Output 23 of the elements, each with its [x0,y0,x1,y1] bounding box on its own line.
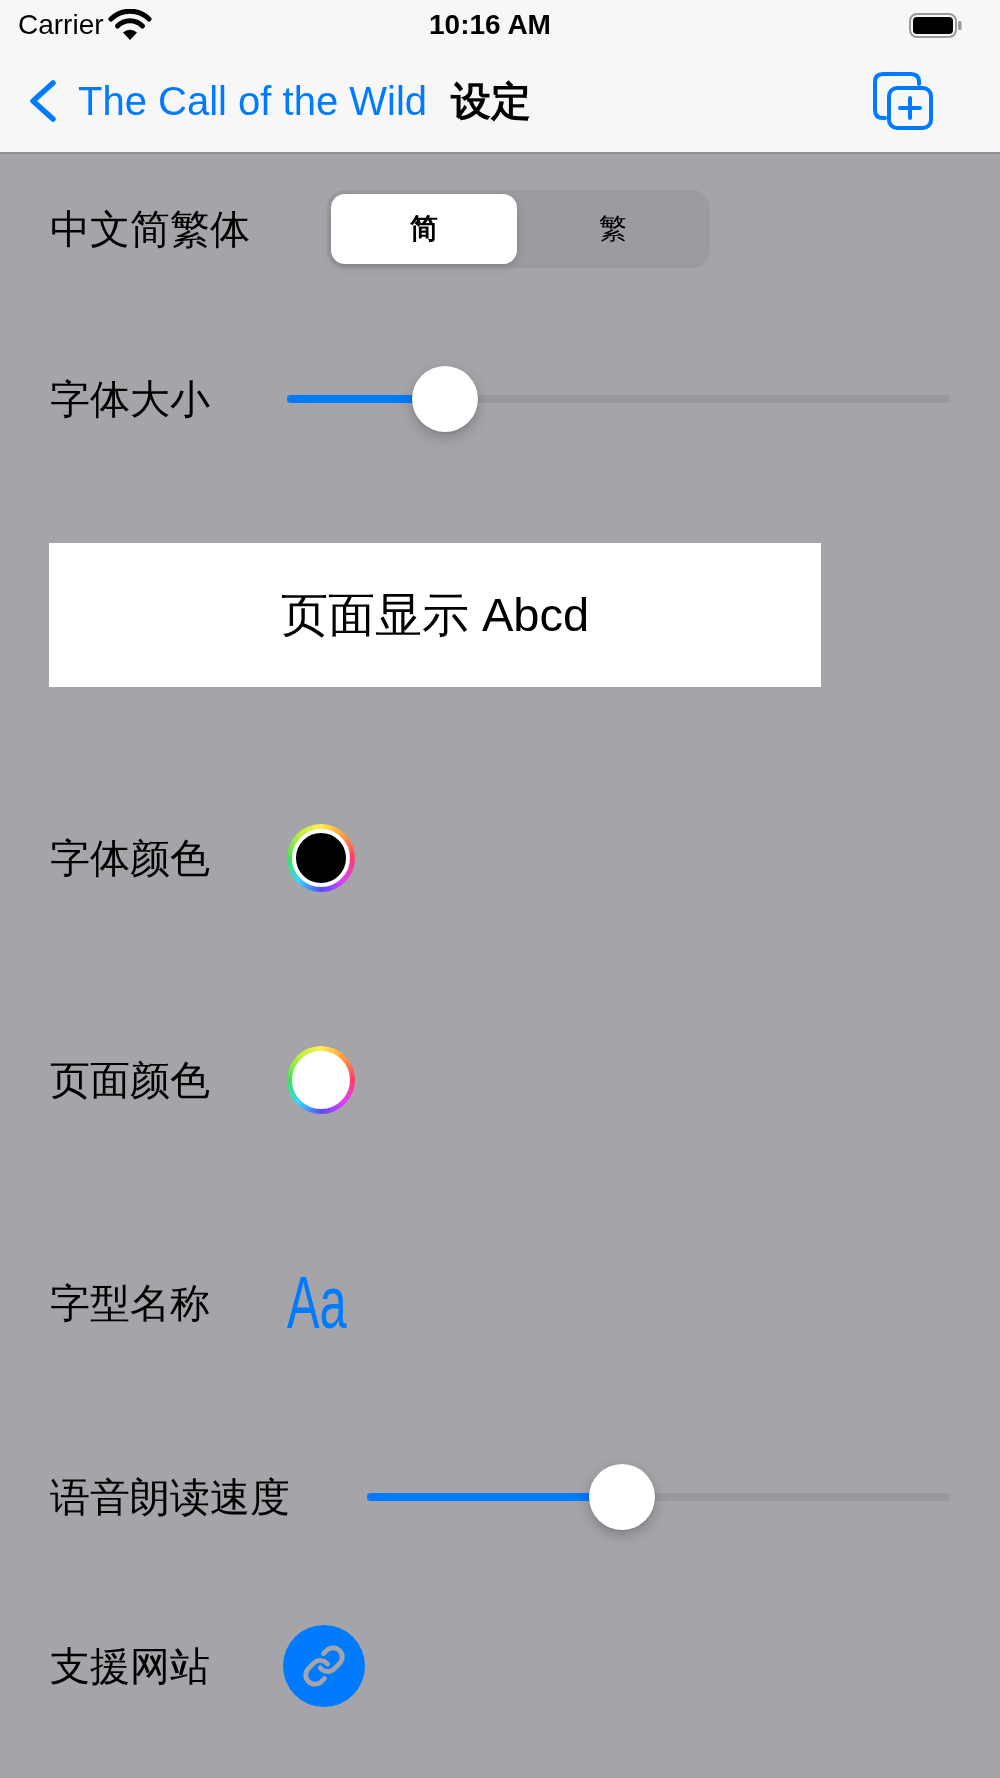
setting-label: 字体颜色 [50,835,210,882]
setting-label: 支援网站 [50,1643,210,1690]
preview-text: 页面显示 Abcd [280,586,590,643]
add-button[interactable] [873,72,933,130]
setting-label: 页面颜色 [50,1057,210,1104]
segment[interactable]: 繁 [520,194,706,264]
setting-label: 语音朗读速度 [50,1474,290,1521]
battery-icon [909,12,962,38]
link-icon [302,1644,346,1688]
chevron-left-icon [28,80,57,122]
back-button[interactable]: The Call of the Wild [28,77,428,125]
segment[interactable]: 简 [331,194,517,264]
squares-plus-icon [873,72,933,130]
slider-thumb[interactable] [412,366,479,432]
slider-thumb[interactable] [588,1464,655,1530]
status-time: 10:16 AM [429,11,551,39]
nav-title: 设定 [451,78,532,125]
setting-label: 字体大小 [50,376,210,423]
wifi-icon [107,9,152,41]
carrier-name: Carrier [18,11,104,39]
setting-label: 字型名称 [50,1280,210,1327]
setting-label: 中文简繁体 [50,206,250,253]
segmented-control[interactable]: 简 繁 [327,190,710,268]
